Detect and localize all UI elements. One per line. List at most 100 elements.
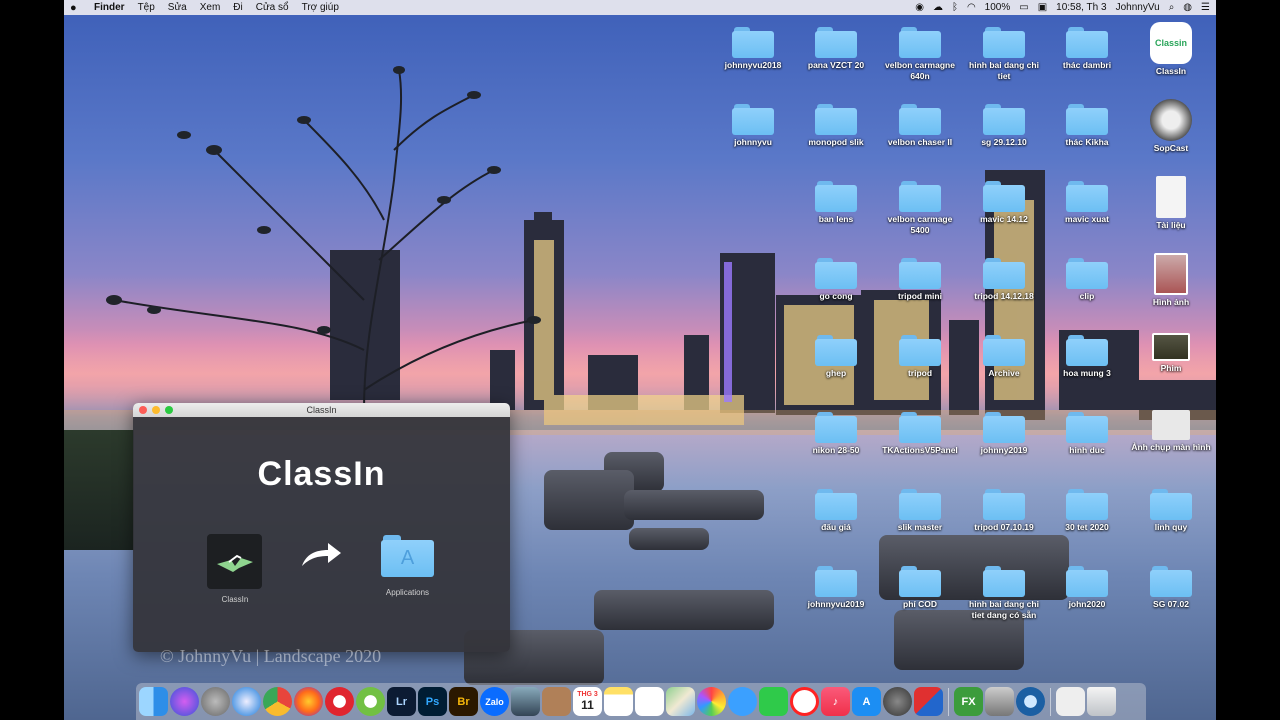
close-button[interactable] <box>139 406 147 414</box>
desktop-folder[interactable]: velbon carmagne 640n <box>878 27 962 82</box>
desktop-folder[interactable]: Archive <box>962 335 1046 379</box>
dock-photoshop-icon[interactable]: Ps <box>418 687 447 716</box>
record-icon[interactable]: ◉ <box>915 2 924 13</box>
menu-file[interactable]: Tệp <box>138 2 155 13</box>
dock-bridge-icon[interactable]: Br <box>449 687 478 716</box>
zoom-button[interactable] <box>165 406 173 414</box>
desktop-folder[interactable]: john2020 <box>1045 566 1129 610</box>
desktop-folder[interactable]: pana VZCT 20 <box>794 27 878 71</box>
apple-menu-icon[interactable]: ● <box>70 2 84 14</box>
desktop-folder[interactable]: tripod 14.12.18 <box>962 258 1046 302</box>
dock-system-preferences-icon[interactable] <box>883 687 912 716</box>
classin-installer-window[interactable]: ClassIn ClassIn ClassIn A Applications <box>133 403 510 652</box>
desktop-folder[interactable]: ghep <box>794 335 878 379</box>
desktop-folder[interactable]: velbon carmage 5400 <box>878 181 962 236</box>
dock-lightroom-icon[interactable]: Lr <box>387 687 416 716</box>
menu-go[interactable]: Đi <box>233 2 242 13</box>
desktop-folder[interactable]: mavic 14.12 <box>962 181 1046 225</box>
menu-window[interactable]: Cửa sổ <box>256 2 289 13</box>
desktop-icon-movies[interactable]: Phim <box>1129 333 1213 374</box>
dock-music-icon[interactable]: ♪ <box>821 687 850 716</box>
desktop-folder[interactable]: hinh duc <box>1045 412 1129 456</box>
wifi-icon[interactable]: ◠ <box>967 2 976 13</box>
desktop-folder[interactable]: johnnyvu2019 <box>794 566 878 610</box>
desktop-folder[interactable]: johnny2019 <box>962 412 1046 456</box>
notification-center-icon[interactable]: ☰ <box>1201 2 1210 13</box>
desktop-folder[interactable]: sg 29.12.10 <box>962 104 1046 148</box>
window-titlebar[interactable]: ClassIn <box>133 403 510 417</box>
desktop-folder[interactable]: 30 tet 2020 <box>1045 489 1129 533</box>
dock-siri-icon[interactable] <box>170 687 199 716</box>
desktop-folder[interactable]: johnnyvu <box>711 104 795 148</box>
dock-coccoc-icon[interactable] <box>356 687 385 716</box>
dock-news-icon[interactable] <box>790 687 819 716</box>
desktop-icon-documents[interactable]: Tài liệu <box>1129 176 1213 231</box>
dock-finder-icon[interactable] <box>139 687 168 716</box>
menu-help[interactable]: Trợ giúp <box>302 2 339 13</box>
dock-messages-icon[interactable] <box>728 687 757 716</box>
desktop-folder[interactable]: hoa mung 3 <box>1045 335 1129 379</box>
desktop-icon-screenshots[interactable]: Ảnh chụp màn hình <box>1129 410 1213 453</box>
menu-finder[interactable]: Finder <box>94 2 125 13</box>
desktop-folder[interactable]: mavic xuat <box>1045 181 1129 225</box>
siri-icon[interactable]: ◍ <box>1183 2 1192 13</box>
dock-photos-browser-icon[interactable] <box>985 687 1014 716</box>
desktop-folder[interactable]: tripod mini <box>878 258 962 302</box>
desktop-folder[interactable]: thác dambri <box>1045 27 1129 71</box>
applications-folder-icon[interactable]: A <box>381 535 434 577</box>
desktop-folder[interactable]: johnnyvu2018 <box>711 27 795 71</box>
desktop-folder[interactable]: phí COD <box>878 566 962 610</box>
dock-contacts-icon[interactable] <box>542 687 571 716</box>
desktop-folder[interactable]: ban lens <box>794 181 878 225</box>
dock-notes-icon[interactable] <box>604 687 633 716</box>
desktop-icon-sopcast[interactable]: SopCast <box>1129 99 1213 154</box>
battery-icon[interactable]: ▭ <box>1019 2 1028 13</box>
dock-calendar-icon[interactable]: THG 3 11 <box>573 687 602 716</box>
dock-photos-icon[interactable] <box>697 687 726 716</box>
desktop-folder[interactable]: monopod slik <box>794 104 878 148</box>
dock-firefox-icon[interactable] <box>294 687 323 716</box>
desktop-folder[interactable]: hinh bai dang chi tiet dang có sẵn <box>962 566 1046 621</box>
desktop-folder[interactable]: tripod <box>878 335 962 379</box>
dock-maps-icon[interactable] <box>666 687 695 716</box>
desktop-folder[interactable]: đấu giá <box>794 489 878 533</box>
classin-app-drag-icon[interactable] <box>207 534 262 589</box>
dock-chrome-icon[interactable] <box>263 687 292 716</box>
desktop-folder[interactable]: hinh bai dang chi tiet <box>962 27 1046 82</box>
desktop-folder[interactable]: TKActionsV5Panel <box>878 412 962 456</box>
dock-trash-icon[interactable] <box>1087 687 1116 716</box>
menu-view[interactable]: Xem <box>200 2 221 13</box>
cloud-icon[interactable]: ☁ <box>933 2 943 13</box>
dock-reminders-icon[interactable] <box>635 687 664 716</box>
desktop-folder[interactable]: velbon chaser II <box>878 104 962 148</box>
spotlight-search-icon[interactable]: ⌕ <box>1169 2 1175 13</box>
minimize-button[interactable] <box>152 406 160 414</box>
desktop-icon-classin[interactable]: Classin ClassIn <box>1129 22 1213 77</box>
desktop-folder[interactable]: thác Kikha <box>1045 104 1129 148</box>
user-name[interactable]: JohnnyVu <box>1116 2 1160 13</box>
bluetooth-icon[interactable]: ᛒ <box>952 2 958 13</box>
desktop-folder[interactable]: go cong <box>794 258 878 302</box>
battery-percent[interactable]: 100% <box>985 2 1011 13</box>
desktop-folder[interactable]: SG 07.02 <box>1129 566 1213 610</box>
dock-zalo-icon[interactable]: Zalo <box>480 687 509 716</box>
dock-facetime-icon[interactable] <box>759 687 788 716</box>
dock-quicktime-icon[interactable] <box>1016 687 1045 716</box>
dock-opera-icon[interactable] <box>325 687 354 716</box>
desktop-icon-images[interactable]: Hình ảnh <box>1129 253 1213 308</box>
dock-parallels-icon[interactable] <box>914 687 943 716</box>
dock-downloads-icon[interactable] <box>1056 687 1085 716</box>
desktop-folder[interactable]: nikon 28-50 <box>794 412 878 456</box>
dock-safari-icon[interactable] <box>232 687 261 716</box>
input-source-icon[interactable]: ▣ <box>1038 2 1047 13</box>
dock-fx-icon[interactable]: FX <box>954 687 983 716</box>
clock[interactable]: 10:58, Th 3 <box>1056 2 1106 13</box>
desktop-folder[interactable]: linh quy <box>1129 489 1213 533</box>
desktop-folder[interactable]: clip <box>1045 258 1129 302</box>
dock-preview-icon[interactable] <box>511 687 540 716</box>
dock-launchpad-icon[interactable] <box>201 687 230 716</box>
dock-appstore-icon[interactable]: A <box>852 687 881 716</box>
desktop-folder[interactable]: slik master <box>878 489 962 533</box>
desktop-folder[interactable]: tripod 07.10.19 <box>962 489 1046 533</box>
menu-edit[interactable]: Sửa <box>168 2 187 13</box>
